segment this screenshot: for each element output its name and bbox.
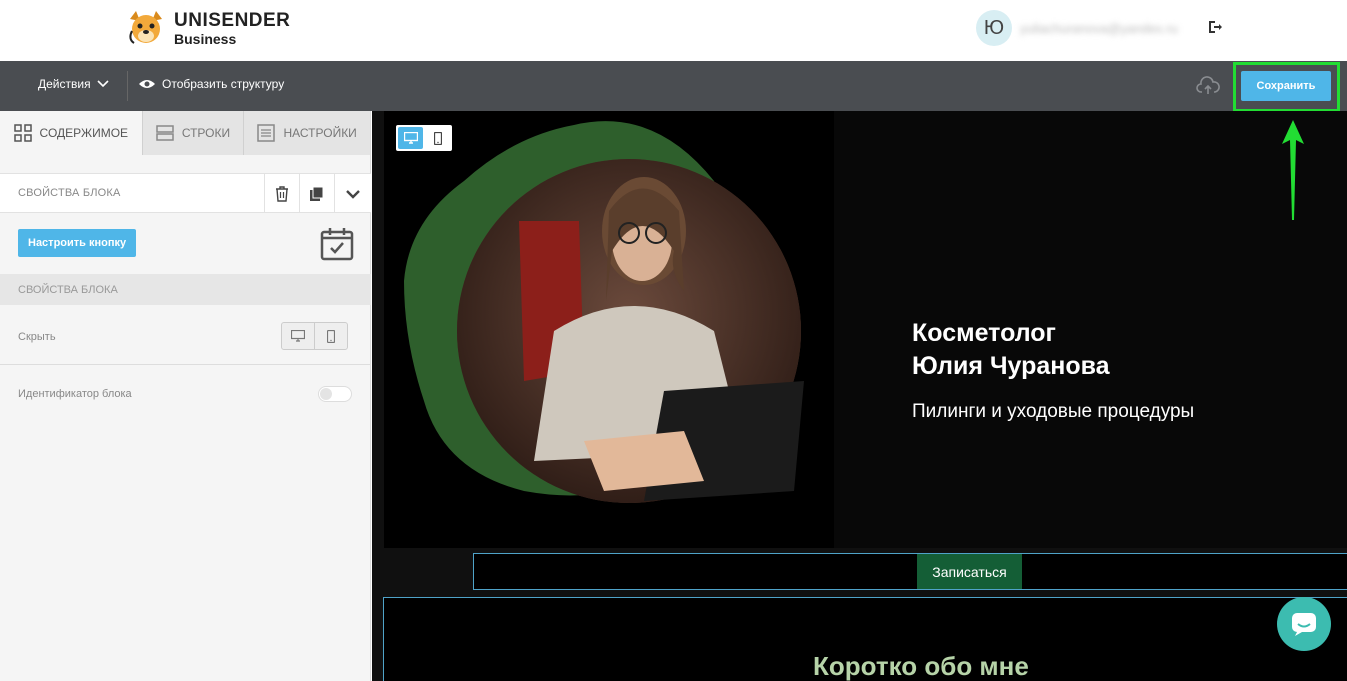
tab-rows-label: СТРОКИ — [181, 126, 231, 140]
tab-rows[interactable]: СТРОКИ — [143, 111, 245, 155]
tab-settings[interactable]: НАСТРОЙКИ — [244, 111, 370, 155]
mobile-icon — [433, 131, 442, 145]
calendar-check-icon — [320, 228, 354, 261]
chevron-down-icon — [97, 80, 109, 88]
logo-subtitle: Business — [174, 30, 237, 47]
tab-content-label: СОДЕРЖИМОЕ — [39, 126, 129, 140]
logo[interactable]: UNISENDER Business — [126, 9, 290, 47]
collapse-block-button[interactable] — [334, 174, 371, 213]
mobile-view-button[interactable] — [425, 127, 450, 149]
hero-subtitle[interactable]: Пилинги и уходовые процедуры — [912, 401, 1194, 423]
user-email: yuliachuranova@yandex.ru — [1020, 21, 1178, 36]
editor-toolbar: Действия Отобразить структуру — [0, 61, 1347, 111]
block-properties-header: СВОЙСТВА БЛОКА — [0, 173, 371, 213]
block-properties-title-2: СВОЙСТВА БЛОКА — [18, 284, 118, 296]
signup-button[interactable]: Записаться — [917, 554, 1022, 589]
save-button[interactable]: Сохранить — [1241, 71, 1331, 101]
block-id-toggle[interactable] — [318, 386, 352, 402]
button-block-selected[interactable] — [473, 553, 1347, 590]
grid-icon — [13, 124, 32, 142]
desktop-view-button[interactable] — [398, 127, 423, 149]
desktop-icon — [403, 132, 418, 144]
block-properties-title: СВОЙСТВА БЛОКА — [18, 187, 121, 199]
desktop-icon — [291, 330, 305, 342]
actions-label: Действия — [38, 77, 91, 91]
chat-support-button[interactable] — [1277, 597, 1331, 651]
trash-icon — [276, 185, 288, 202]
view-mode-switch — [396, 125, 452, 151]
hide-desktop-toggle[interactable] — [282, 323, 314, 349]
hero-title-line1: Косметолог — [912, 319, 1056, 347]
actions-dropdown[interactable]: Действия — [38, 77, 109, 91]
sidebar-tabs: СОДЕРЖИМОЕ СТРОКИ НАСТРОЙКИ — [0, 111, 370, 155]
hide-label: Скрыть — [18, 331, 56, 343]
hero-title[interactable]: Косметолог Юлия Чуранова — [912, 317, 1110, 383]
hide-device-toggle — [281, 322, 348, 350]
hero-image-area[interactable] — [384, 111, 834, 548]
hide-mobile-toggle[interactable] — [314, 323, 347, 349]
tab-content[interactable]: СОДЕРЖИМОЕ — [0, 111, 143, 155]
configure-button[interactable]: Настроить кнопку — [18, 229, 137, 257]
delete-block-button[interactable] — [264, 174, 299, 213]
settings-icon — [257, 124, 276, 142]
hero-title-line2: Юлия Чуранова — [912, 352, 1110, 380]
mobile-icon — [327, 329, 335, 343]
properties-sidebar: СОДЕРЖИМОЕ СТРОКИ НАСТРОЙКИ СВОЙСТВА БЛО… — [0, 111, 371, 681]
logo-brand: UNISENDER — [174, 9, 291, 31]
email-canvas: Косметолог Юлия Чуранова Пилинги и уходо… — [372, 111, 1347, 681]
logout-icon[interactable] — [1207, 19, 1223, 35]
cloud-upload-icon[interactable] — [1196, 76, 1220, 96]
avatar[interactable]: Ю — [976, 10, 1012, 46]
divider — [0, 364, 371, 365]
eye-icon — [139, 80, 155, 88]
hero-photo — [404, 121, 804, 503]
block-properties-section: СВОЙСТВА БЛОКА — [0, 274, 371, 305]
rows-icon — [156, 125, 174, 141]
show-structure-button[interactable]: Отобразить структуру — [139, 77, 284, 91]
toolbar-divider — [127, 71, 128, 101]
show-structure-label: Отобразить структуру — [162, 77, 285, 91]
arrow-annotation-icon — [1282, 120, 1304, 220]
about-title[interactable]: Коротко обо мне — [813, 651, 1029, 681]
duplicate-block-button[interactable] — [299, 174, 334, 213]
top-bar: UNISENDER Business Ю yuliachuranova@yand… — [0, 0, 1347, 61]
copy-icon — [310, 186, 324, 201]
block-id-label: Идентификатор блока — [18, 388, 132, 400]
chevron-down-icon — [346, 189, 360, 199]
tab-settings-label: НАСТРОЙКИ — [283, 126, 357, 140]
chat-icon — [1292, 613, 1316, 636]
dog-mascot-icon — [129, 11, 162, 44]
